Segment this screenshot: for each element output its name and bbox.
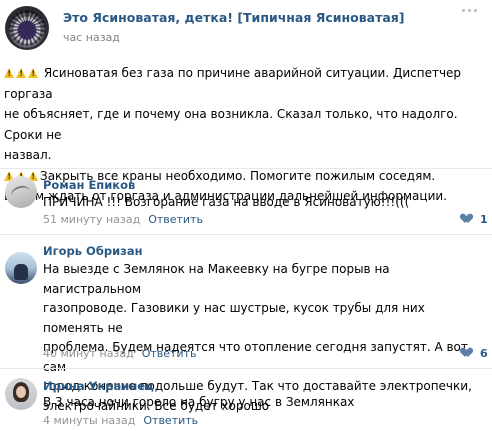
post-line: не объясняет, где и почему она возникла.…	[4, 107, 458, 142]
comment-author-link[interactable]: Роман Епиков	[43, 178, 135, 192]
warning-sign-icon	[16, 68, 27, 78]
warning-sign-icon	[28, 68, 39, 78]
like-count: 6	[480, 347, 488, 360]
comment: Роман Епиков ПРИЧИНА !!! Возгорание газа…	[0, 168, 492, 230]
comment-meta: 51 минуту назад Ответить	[43, 213, 203, 226]
post-line: назвал.	[4, 148, 52, 162]
comment-timestamp[interactable]: 4 минуты назад	[43, 414, 135, 427]
avatar[interactable]	[5, 252, 37, 284]
comment-author-link[interactable]: Ирина Украинец	[43, 379, 154, 393]
comment: Ирина Украинец В 3 часа ночи горело на б…	[0, 368, 492, 431]
comment-author-link[interactable]: Игорь Обризан	[43, 244, 143, 258]
like-button[interactable]: 1	[462, 213, 488, 226]
comment-text: ПРИЧИНА !!! Возгорание газа на вводе в Я…	[43, 195, 410, 209]
comment-line: На выезде с Землянок на Макеевку на бугр…	[43, 262, 390, 296]
like-count: 1	[480, 213, 488, 226]
reply-button[interactable]: Ответить	[142, 347, 197, 360]
post-line: Ясиноватая без газа по причине аварийной…	[4, 63, 488, 104]
avatar[interactable]	[5, 378, 37, 410]
comment-meta: 40 минут назад Ответить	[43, 347, 196, 360]
post-author-link[interactable]: Это Ясиноватая, детка! [Типичная Ясинова…	[63, 10, 405, 25]
comment-timestamp[interactable]: 40 минут назад	[43, 347, 134, 360]
post-timestamp[interactable]: час назад	[63, 31, 120, 44]
comment-line: газопроводе. Газовики у нас шустрые, кус…	[43, 301, 425, 335]
avatar[interactable]	[5, 176, 37, 208]
like-button[interactable]: 6	[462, 347, 488, 360]
heart-icon	[462, 214, 474, 225]
heart-icon	[462, 348, 474, 359]
warning-sign-icon	[4, 68, 15, 78]
more-options-icon[interactable]	[462, 9, 478, 17]
reply-button[interactable]: Ответить	[148, 213, 203, 226]
comment-timestamp[interactable]: 51 минуту назад	[43, 213, 140, 226]
post-line-text: Ясиноватая без газа по причине аварийной…	[4, 66, 462, 101]
comment: Игорь Обризан На выезде с Землянок на Ма…	[0, 234, 492, 413]
comment-meta: 4 минуты назад Ответить	[43, 414, 198, 427]
comment-text: В 3 часа ночи горело на бугру у нас в Зе…	[43, 395, 355, 409]
community-avatar[interactable]	[5, 6, 49, 50]
reply-button[interactable]: Ответить	[143, 414, 198, 427]
post-header: Это Ясиноватая, детка! [Типичная Ясинова…	[0, 0, 492, 56]
